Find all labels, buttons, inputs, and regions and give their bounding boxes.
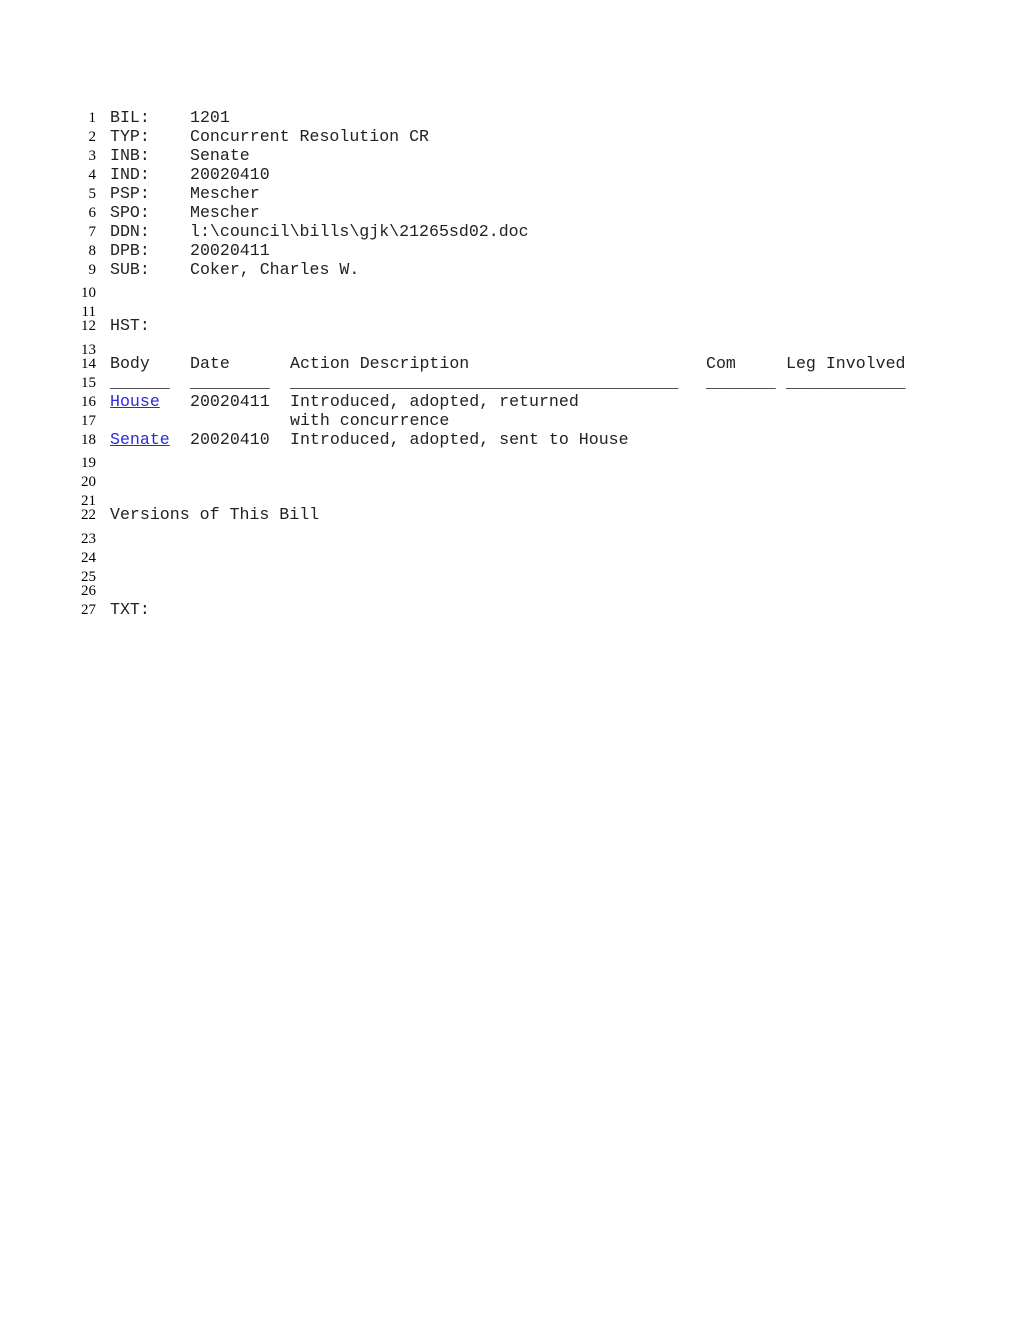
line-number: 15: [81, 375, 96, 391]
line-number: 9: [88, 262, 97, 278]
field-value-bil: 1201: [190, 108, 230, 127]
column-underline: ____________: [786, 373, 906, 392]
field-label-bil: BIL:: [110, 108, 150, 127]
line-number: 22: [81, 507, 96, 523]
row-date: 20020411: [190, 392, 270, 411]
field-label-inb: INB:: [110, 146, 150, 165]
column-underline: _______________________________________: [290, 373, 679, 392]
field-value-spo: Mescher: [190, 203, 260, 222]
field-label-psp: PSP:: [110, 184, 150, 203]
column-header-body: Body: [110, 354, 150, 373]
line-number: 24: [81, 550, 96, 566]
line-number: 26: [81, 583, 96, 599]
field-label-typ: TYP:: [110, 127, 150, 146]
line-number: 1: [88, 110, 97, 126]
line-number: 5: [88, 186, 97, 202]
body-link-house[interactable]: House: [110, 393, 160, 410]
line-number: 6: [88, 205, 97, 221]
line-number: 7: [88, 224, 97, 240]
row-date: 20020410: [190, 430, 270, 449]
field-label-sub: SUB:: [110, 260, 150, 279]
column-underline: _______: [706, 373, 776, 392]
field-value-dpb: 20020411: [190, 241, 270, 260]
field-value-psp: Mescher: [190, 184, 260, 203]
versions-heading: Versions of This Bill: [110, 505, 320, 524]
line-number: 20: [81, 474, 96, 490]
line-number: 4: [88, 167, 97, 183]
field-value-ind: 20020410: [190, 165, 270, 184]
field-label-ddn: DDN:: [110, 222, 150, 241]
field-label-dpb: DPB:: [110, 241, 150, 260]
row-action-continued: with concurrence: [290, 411, 450, 430]
text-label: TXT:: [110, 600, 150, 619]
body-link-senate[interactable]: Senate: [110, 431, 170, 448]
line-number: 14: [81, 356, 96, 372]
field-value-ddn: l:\council\bills\gjk\21265sd02.doc: [190, 222, 529, 241]
line-number: 10: [81, 285, 96, 301]
line-number: 12: [81, 318, 96, 334]
field-value-inb: Senate: [190, 146, 250, 165]
column-header-action: Action Description: [290, 354, 470, 373]
field-label-ind: IND:: [110, 165, 150, 184]
line-number: 16: [81, 394, 96, 410]
field-value-sub: Coker, Charles W.: [190, 260, 360, 279]
column-header-com: Com: [706, 354, 736, 373]
line-number: 17: [81, 413, 96, 429]
column-header-leg: Leg Involved: [786, 354, 906, 373]
row-action: Introduced, adopted, sent to House: [290, 430, 629, 449]
line-number: 18: [81, 432, 96, 448]
line-number: 23: [81, 531, 96, 547]
line-number: 3: [88, 148, 97, 164]
line-number: 8: [88, 243, 97, 259]
row-action: Introduced, adopted, returned: [290, 392, 579, 411]
line-number: 27: [81, 602, 96, 618]
column-header-date: Date: [190, 354, 230, 373]
line-number: 19: [81, 455, 96, 471]
line-number: 2: [88, 129, 97, 145]
column-underline: ________: [190, 373, 270, 392]
field-value-typ: Concurrent Resolution CR: [190, 127, 429, 146]
history-label: HST:: [110, 316, 150, 335]
column-underline: ______: [110, 373, 170, 392]
field-label-spo: SPO:: [110, 203, 150, 222]
